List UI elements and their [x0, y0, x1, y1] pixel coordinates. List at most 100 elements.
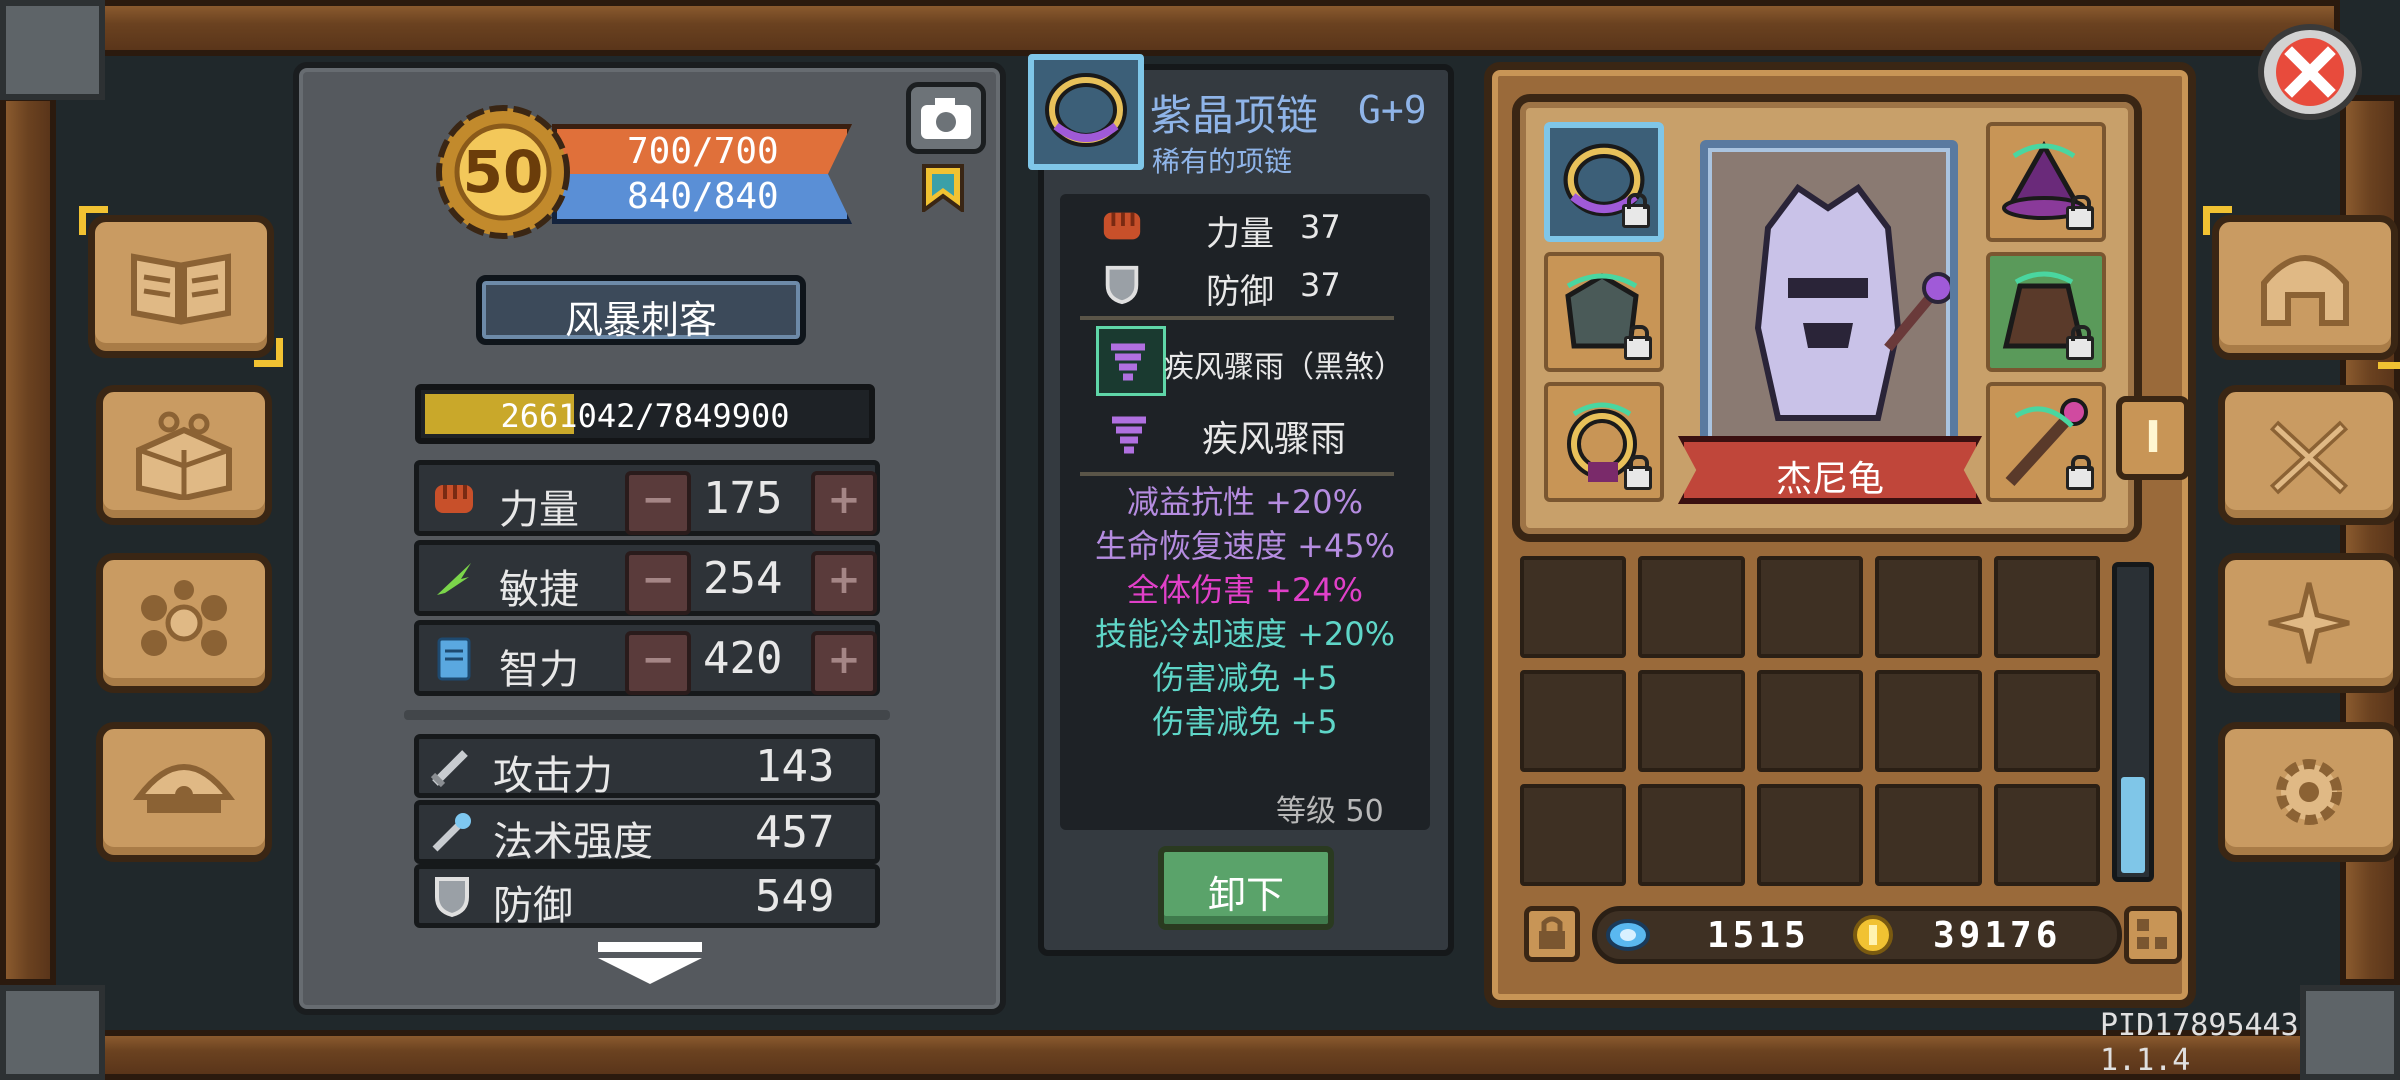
- scrollbar-thumb[interactable]: [2121, 777, 2145, 873]
- fist-icon: [435, 485, 473, 513]
- tab-forge[interactable]: [2218, 385, 2400, 525]
- attribute-name: 力量: [499, 487, 579, 533]
- gear-icon: [2276, 759, 2342, 825]
- derived-value: 457: [755, 807, 835, 858]
- inventory-slot[interactable]: [1756, 784, 1864, 886]
- inventory-slot[interactable]: [1756, 556, 1864, 658]
- pet-icon: [132, 764, 236, 813]
- inventory-scrollbar[interactable]: [2112, 562, 2154, 882]
- equip-slot-necklace[interactable]: [1544, 122, 1664, 242]
- inventory-slot[interactable]: [1638, 670, 1745, 772]
- inventory-slot[interactable]: [1875, 784, 1982, 886]
- frame-corner-bl: [0, 985, 105, 1080]
- screenshot-button[interactable]: [906, 82, 986, 154]
- divider: [404, 710, 890, 720]
- frame-left: [0, 95, 56, 985]
- gem-count: 1515: [1707, 915, 1810, 956]
- intelligence-minus-button[interactable]: −: [625, 631, 691, 695]
- chest-icon: [136, 411, 232, 500]
- unequip-label: 卸下: [1207, 873, 1284, 917]
- tab-equipment[interactable]: [2203, 206, 2400, 369]
- inventory-slot[interactable]: [1520, 784, 1627, 886]
- book-icon: [437, 637, 471, 681]
- item-level: 等级 50: [1276, 794, 1384, 829]
- whirlwind-icon: [1111, 343, 1145, 381]
- item-base-stat: 防御 37: [1100, 258, 1400, 312]
- close-button[interactable]: [2258, 24, 2362, 120]
- hp-text: 700/700: [627, 131, 779, 172]
- tab-treasure[interactable]: [96, 385, 272, 525]
- derived-name: 攻击力: [493, 753, 613, 799]
- agility-plus-button[interactable]: +: [811, 551, 877, 615]
- item-base-stat: 力量 37: [1100, 200, 1400, 254]
- chevron-down-icon: [598, 942, 702, 984]
- item-enhance: G+9: [1358, 88, 1427, 132]
- strength-minus-button[interactable]: −: [625, 471, 691, 535]
- derived-value: 549: [755, 871, 835, 922]
- skill-icon-frame: [1100, 402, 1158, 460]
- inventory-slot[interactable]: [1756, 670, 1864, 772]
- inventory-slot[interactable]: [1993, 670, 2100, 772]
- attribute-row-strength: 力量 − 175 +: [414, 460, 880, 536]
- attribute-value: 175: [703, 473, 783, 524]
- equip-slot-cloak[interactable]: [1986, 252, 2106, 372]
- gems-icon: [141, 580, 227, 656]
- close-icon: [2276, 38, 2344, 106]
- derived-row-defense: 防御 549: [414, 864, 880, 929]
- equip-slot-hat[interactable]: [1986, 122, 2106, 242]
- equip-slot-armor[interactable]: [1544, 252, 1664, 372]
- inventory-slot[interactable]: [1520, 556, 1627, 658]
- helmet-icon: [2261, 254, 2349, 326]
- inventory-slot[interactable]: [1520, 670, 1627, 772]
- tab-skills[interactable]: [2218, 553, 2400, 693]
- inventory-slot[interactable]: [1993, 784, 2100, 886]
- grid-icon: [2137, 919, 2167, 949]
- book-icon: [131, 252, 231, 325]
- bookmark-button[interactable]: [920, 164, 966, 214]
- equip-slot-ring[interactable]: [1544, 382, 1664, 502]
- sort-grid-button[interactable]: [2124, 906, 2182, 964]
- attribute-row-intelligence: 智力 − 420 +: [414, 620, 880, 696]
- inventory-slot[interactable]: [1875, 670, 1982, 772]
- lock-icon: [1539, 916, 1565, 949]
- skill-star-icon: [2268, 582, 2350, 664]
- inventory-slot[interactable]: [1993, 556, 2100, 658]
- whirlwind-icon: [1112, 416, 1146, 454]
- unequip-button[interactable]: 卸下: [1158, 846, 1334, 930]
- currency-bar: 1515 39176: [1592, 906, 2122, 964]
- inventory-lock-button[interactable]: [1524, 906, 1580, 962]
- fist-icon: [1103, 212, 1141, 240]
- derived-name: 防御: [493, 883, 573, 929]
- tab-codex[interactable]: [79, 206, 283, 367]
- equip-slot-weapon[interactable]: [1986, 382, 2106, 502]
- skill-name: 疾风骤雨: [1202, 419, 1347, 460]
- exp-bar: 2661042/7849900: [415, 384, 875, 444]
- attribute-name: 敏捷: [499, 567, 579, 613]
- class-name-plate: 风暴刺客: [476, 275, 806, 345]
- tab-gems[interactable]: [96, 553, 272, 693]
- strength-plus-button[interactable]: +: [811, 471, 877, 535]
- camera-icon: [921, 98, 971, 139]
- skill-icon-frame: [1096, 326, 1166, 396]
- tab-pet[interactable]: [96, 722, 272, 862]
- mp-bar: 840/840: [552, 174, 852, 224]
- frame-corner-tl: [0, 0, 105, 100]
- version-text: PID17895443 1.1.4: [2100, 1008, 2299, 1078]
- set-page-label: I: [2144, 412, 2162, 463]
- item-stat-name: 防御: [1206, 272, 1274, 312]
- tab-settings[interactable]: [2218, 722, 2400, 862]
- agility-minus-button[interactable]: −: [625, 551, 691, 615]
- gold-coin-icon: [1853, 915, 1893, 955]
- item-stat-value: 37: [1300, 208, 1341, 246]
- inventory-slot[interactable]: [1875, 556, 1982, 658]
- set-page-badge[interactable]: I: [2116, 396, 2190, 480]
- inventory-slot[interactable]: [1638, 556, 1745, 658]
- scroll-down-button[interactable]: [596, 940, 704, 986]
- derived-row-attack: 攻击力 143: [414, 734, 880, 799]
- intelligence-plus-button[interactable]: +: [811, 631, 877, 695]
- derived-row-spell-power: 法术强度 457: [414, 800, 880, 865]
- inventory-slot[interactable]: [1638, 784, 1745, 886]
- derived-value: 143: [755, 741, 835, 792]
- level-number: 50: [462, 138, 544, 206]
- frame-top: [90, 0, 2340, 56]
